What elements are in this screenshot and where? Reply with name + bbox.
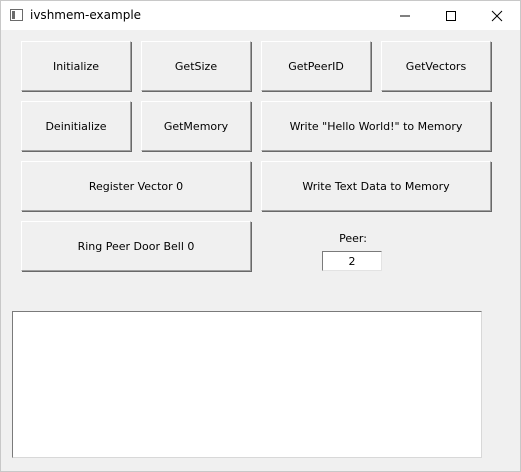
output-text-area[interactable] xyxy=(12,311,482,458)
write-hello-world-button[interactable]: Write "Hello World!" to Memory xyxy=(261,101,491,151)
close-button[interactable] xyxy=(474,1,520,30)
title-bar[interactable]: ivshmem-example xyxy=(1,1,520,30)
initialize-button[interactable]: Initialize xyxy=(21,41,131,91)
window-title: ivshmem-example xyxy=(30,8,142,22)
ring-peer-door-bell-button[interactable]: Ring Peer Door Bell 0 xyxy=(21,221,251,271)
maximize-button[interactable] xyxy=(428,1,474,30)
deinitialize-button[interactable]: Deinitialize xyxy=(21,101,131,151)
close-icon xyxy=(491,10,503,22)
get-size-button[interactable]: GetSize xyxy=(141,41,251,91)
register-vector-button[interactable]: Register Vector 0 xyxy=(21,161,251,211)
write-text-data-button[interactable]: Write Text Data to Memory xyxy=(261,161,491,211)
app-window: ivshmem-example Initialize GetSize GetPe… xyxy=(0,0,521,472)
minimize-icon xyxy=(400,15,410,17)
get-vectors-button[interactable]: GetVectors xyxy=(381,41,491,91)
get-memory-button[interactable]: GetMemory xyxy=(141,101,251,151)
minimize-button[interactable] xyxy=(382,1,428,30)
app-window-icon xyxy=(10,9,23,21)
maximize-icon xyxy=(446,11,456,21)
peer-input[interactable] xyxy=(322,251,382,271)
get-peer-id-button[interactable]: GetPeerID xyxy=(261,41,371,91)
peer-label: Peer: xyxy=(339,232,367,245)
